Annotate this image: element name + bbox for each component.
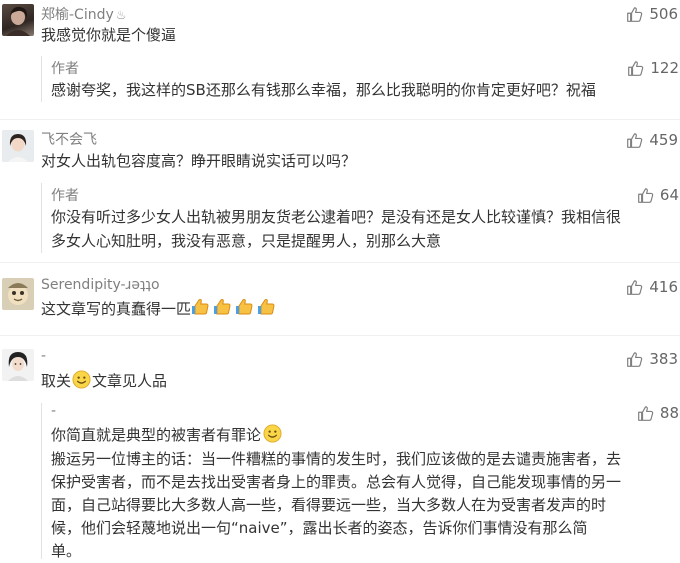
thumbs-up-icon	[626, 279, 643, 296]
like-count: 64	[659, 186, 679, 204]
like-count: 88	[659, 404, 679, 422]
like-button[interactable]: 459	[626, 131, 678, 149]
like-count: 122	[650, 59, 679, 77]
divider	[0, 335, 680, 336]
thumbs-up-emoji-icon	[235, 297, 255, 317]
username[interactable]: 郑榆-Cindy ♨	[41, 4, 127, 24]
author-reply: 作者 64 你没有听过多少女人出轨被男朋友货老公逮着吧？是没有还是女人比较谨慎？…	[41, 183, 680, 253]
like-button[interactable]: 506	[626, 5, 678, 23]
reply-text-line: 候，他们会轻蔑地说出一句“naive”，露出长者的姿态，告诉你们事情没有那么简	[51, 519, 588, 537]
comment-item: - 383 取关 文章见人品 - 88 你简直就是典型的被害者有罪论 搬运另一位博…	[0, 347, 680, 560]
thumbs-up-emoji-icon	[213, 297, 233, 317]
author-reply: 作者 122 感谢夸奖，我这样的SB还那么有钱那么幸福，那么比我聪明的你肯定更好…	[41, 56, 680, 102]
username[interactable]: Serendipity-ɹəʇʇo	[41, 277, 160, 293]
thumbs-up-emoji-icon	[191, 297, 211, 317]
divider	[0, 119, 680, 120]
username[interactable]: 飞不会飞	[41, 129, 97, 149]
like-button[interactable]: 88	[637, 404, 679, 422]
reply-text-line: 你简直就是典型的被害者有罪论	[51, 423, 680, 447]
comment-text: 对女人出轨包容度高？睁开眼睛说实话可以吗？	[41, 152, 357, 170]
avatar[interactable]	[2, 349, 34, 381]
like-button[interactable]: 64	[637, 186, 679, 204]
reply-text-content: 你简直就是典型的被害者有罪论	[51, 426, 262, 444]
thumbs-up-icon	[626, 351, 643, 368]
like-count: 459	[649, 131, 678, 149]
username-text[interactable]: 郑榆-Cindy	[41, 7, 114, 23]
comment-item: Serendipity-ɹəʇʇo 416 这文章写的真蠢得一匹	[0, 276, 680, 328]
reply-text-line: 单。	[51, 542, 82, 560]
comment-text: 这文章写的真蠢得一匹	[41, 297, 277, 321]
reply-author[interactable]: -	[51, 403, 56, 419]
like-button[interactable]: 416	[626, 278, 678, 296]
comment-item: 郑榆-Cindy ♨ 506 我感觉你就是个傻逼 作者 122 感谢夸奖，我这样的…	[0, 0, 680, 112]
comment-text-after: 文章见人品	[92, 372, 168, 390]
thumbs-up-icon	[626, 132, 643, 149]
comment-text: 我感觉你就是个傻逼	[41, 26, 177, 44]
like-count: 383	[649, 350, 678, 368]
reply-author[interactable]: 作者	[51, 185, 79, 205]
reply-text-line: 搬运另一位博主的话：当一件糟糕的事情的发生时，我们应该做的是去谴责施害者，去	[51, 450, 622, 468]
avatar[interactable]	[2, 130, 34, 162]
comment-text: 取关 文章见人品	[41, 369, 167, 393]
username[interactable]: -	[41, 348, 46, 364]
comment-item: 飞不会飞 459 对女人出轨包容度高？睁开眼睛说实话可以吗？ 作者 64 你没有…	[0, 127, 680, 257]
divider	[0, 262, 680, 263]
smile-emoji-icon	[72, 370, 91, 389]
thumbs-up-icon	[627, 60, 644, 77]
thumbs-up-icon	[637, 405, 654, 422]
avatar[interactable]	[2, 278, 34, 310]
avatar[interactable]	[2, 4, 34, 36]
reply-text: 感谢夸奖，我这样的SB还那么有钱那么幸福，那么比我聪明的你肯定更好吧？祝福	[51, 81, 596, 99]
comment-text-before: 取关	[41, 372, 72, 390]
reply-text-line: 保护受害者，而不是去找出受害者身上的罪责。总会有人觉得，自己能发现事情的另一	[51, 473, 622, 491]
comment-text-content: 这文章写的真蠢得一匹	[41, 300, 192, 318]
author-reply: - 88 你简直就是典型的被害者有罪论 搬运另一位博主的话：当一件糟糕的事情的发…	[41, 403, 680, 560]
like-button[interactable]: 122	[627, 59, 679, 77]
like-count: 416	[649, 278, 678, 296]
reply-author[interactable]: 作者	[51, 58, 79, 78]
like-button[interactable]: 383	[626, 350, 678, 368]
thumbs-up-icon	[637, 187, 654, 204]
thumbs-up-icon	[626, 6, 643, 23]
thumbs-up-emoji-icon	[257, 297, 277, 317]
reply-text-line: 面，自己站得要比大多数人高一些，看得要远一些，当大多数人在为受害者发声的时	[51, 496, 607, 514]
reply-text-line: 多女人心知肚明，我没有恶意，只是提醒男人，别那么大意	[51, 232, 442, 250]
like-count: 506	[649, 5, 678, 23]
vip-icon: ♨	[115, 8, 127, 22]
smile-emoji-icon	[263, 424, 282, 443]
reply-text-line: 你没有听过多少女人出轨被男朋友货老公逮着吧？是没有还是女人比较谨慎？我相信很	[51, 208, 622, 226]
